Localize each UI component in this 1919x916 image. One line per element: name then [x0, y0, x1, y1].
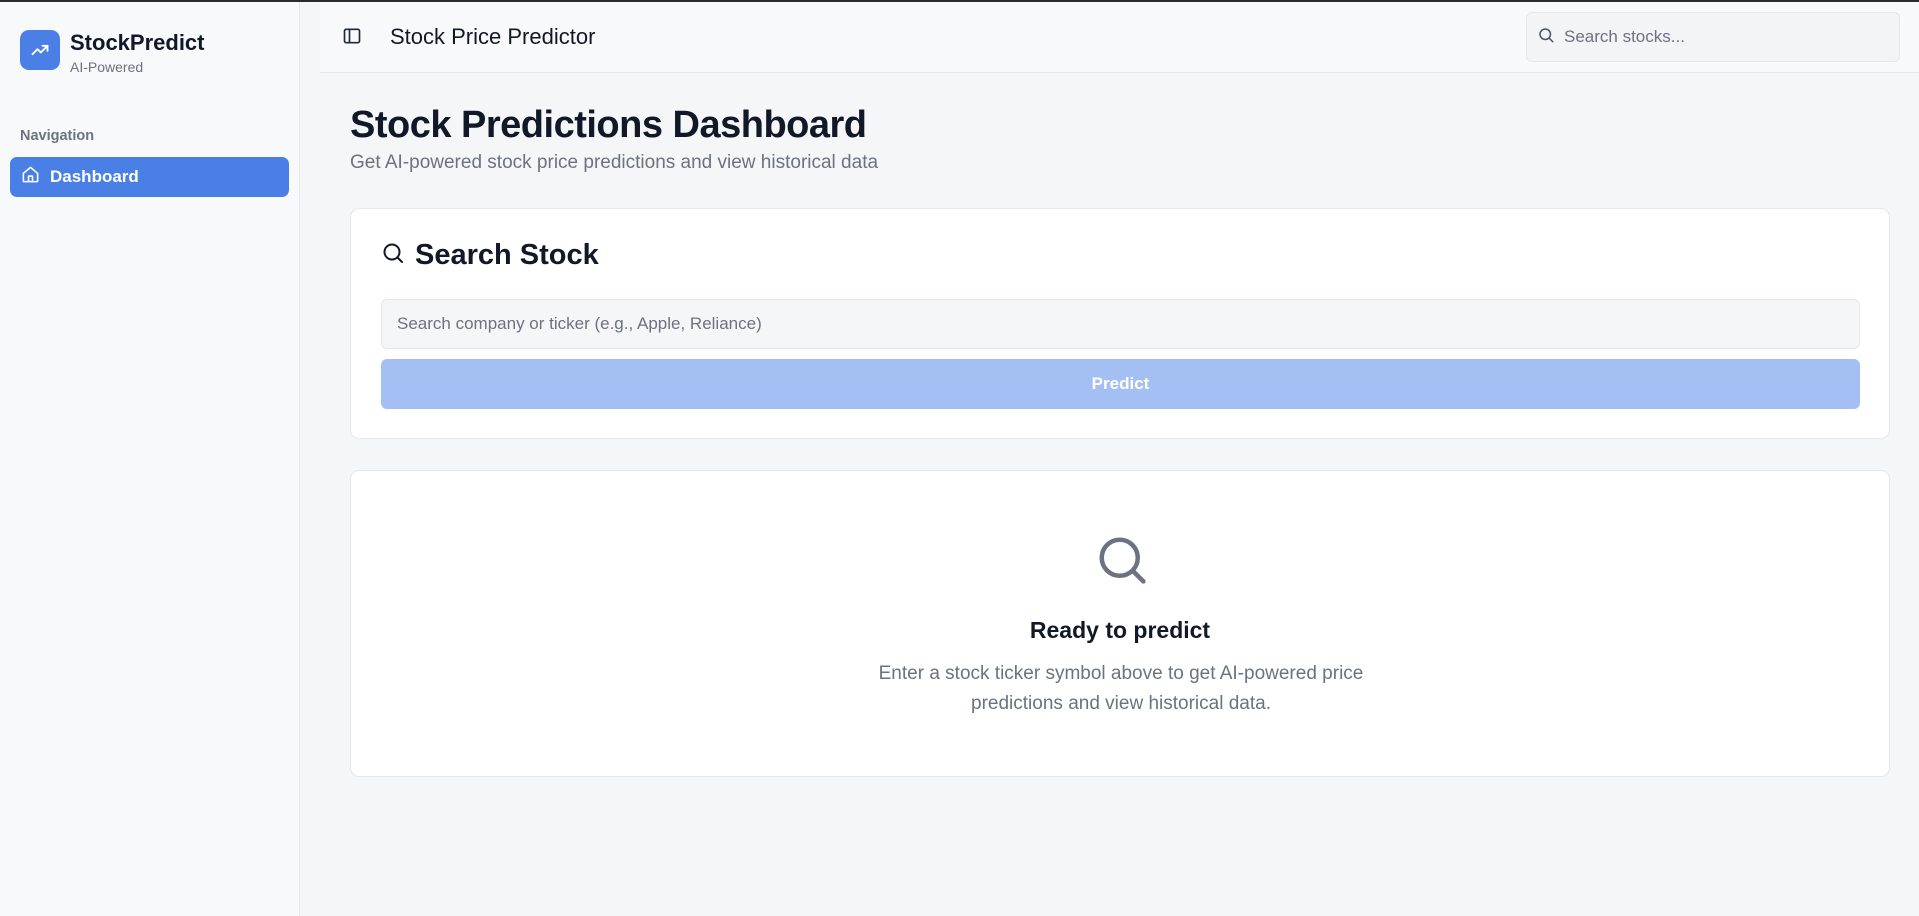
search-icon [381, 241, 405, 270]
sidebar-toggle-icon[interactable] [342, 26, 364, 48]
brand: StockPredict AI-Powered [20, 30, 205, 76]
empty-state-card: Ready to predict Enter a stock ticker sy… [350, 470, 1890, 777]
brand-subtitle: AI-Powered [70, 59, 144, 75]
sidebar-item-label: Dashboard [50, 167, 139, 186]
predict-button[interactable]: Predict [381, 359, 1860, 409]
sidebar-item-dashboard[interactable]: Dashboard [10, 157, 289, 197]
top-header: Stock Price Predictor [320, 2, 1919, 73]
sidebar: StockPredict AI-Powered Navigation Dashb… [0, 2, 300, 916]
search-icon [1095, 533, 1149, 592]
brand-name: StockPredict [70, 30, 205, 55]
page-title: Stock Predictions Dashboard [350, 104, 867, 146]
empty-state-description: Enter a stock ticker symbol above to get… [878, 663, 1364, 714]
home-icon [21, 165, 40, 189]
header-search [1526, 12, 1900, 62]
stock-search-input[interactable] [381, 299, 1860, 349]
nav-section-label: Navigation [20, 128, 95, 144]
empty-state-title: Ready to predict [1029, 617, 1211, 643]
search-card-heading: Search Stock [381, 239, 599, 272]
trending-up-icon [20, 30, 60, 70]
header-search-input[interactable] [1564, 27, 1884, 47]
search-card-title: Search Stock [415, 239, 599, 271]
search-stock-card: Search Stock Predict [350, 208, 1890, 439]
page-subtitle: Get AI-powered stock price predictions a… [350, 152, 879, 173]
header-title: Stock Price Predictor [390, 24, 596, 49]
search-icon [1537, 26, 1555, 49]
